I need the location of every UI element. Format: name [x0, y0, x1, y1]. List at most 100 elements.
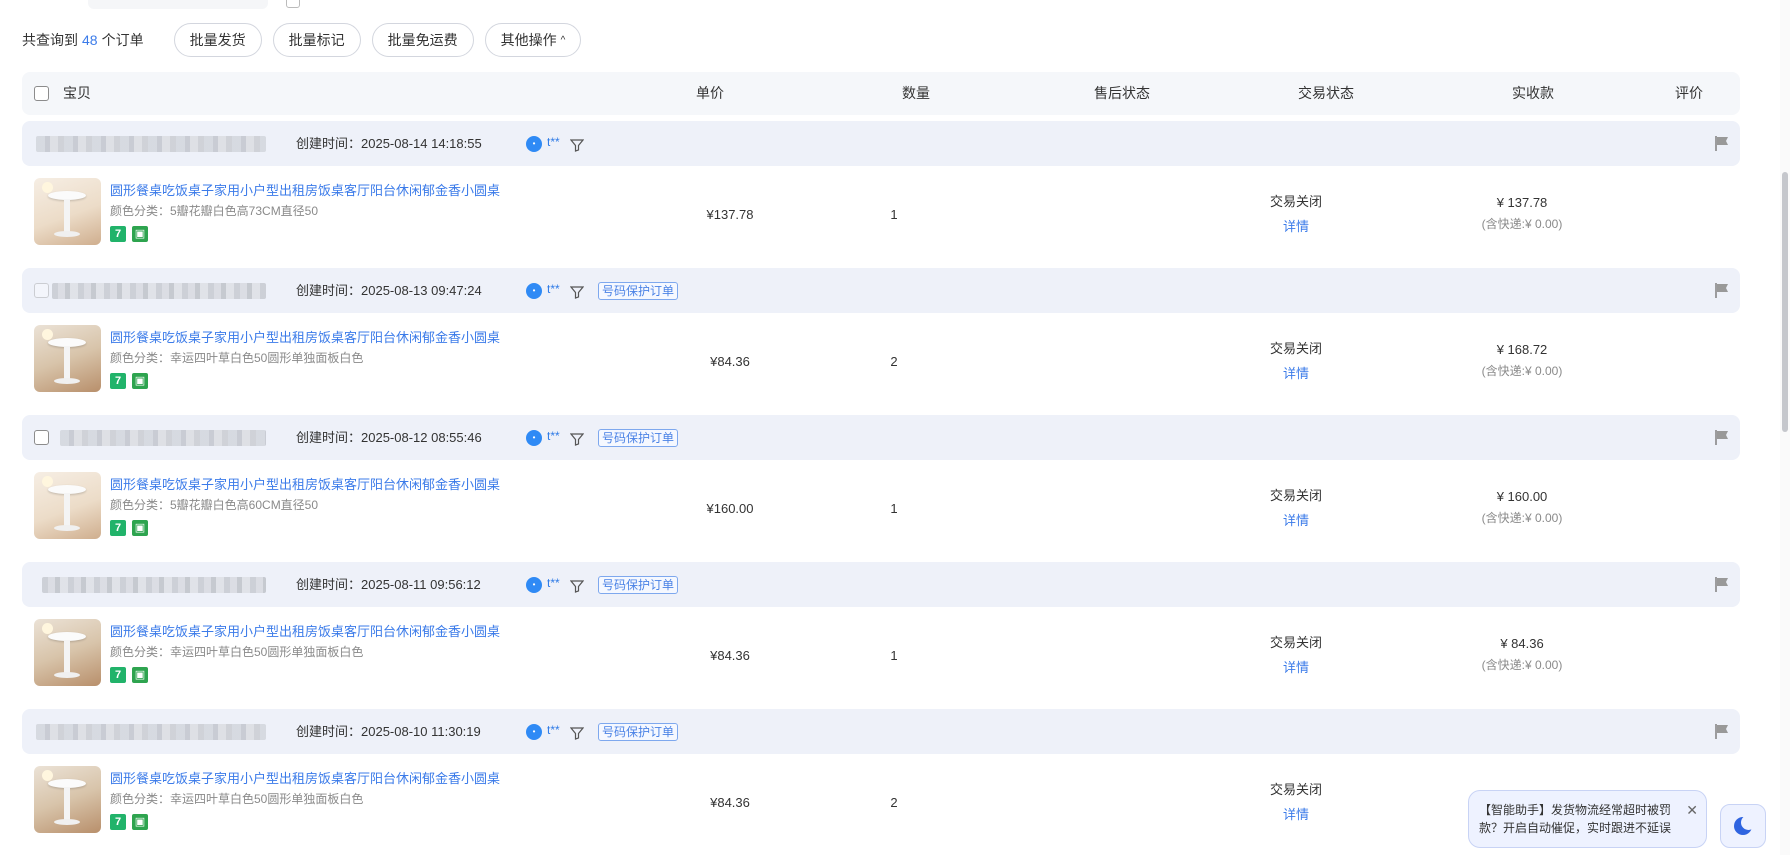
- filter-icon[interactable]: [570, 432, 584, 446]
- shipping-fee: (含快递:¥ 0.00): [1481, 511, 1563, 525]
- col-item: 宝贝: [63, 85, 91, 101]
- order-number-redacted: [36, 136, 266, 152]
- filter-icon[interactable]: [570, 285, 584, 299]
- buyer-name[interactable]: t**: [547, 268, 560, 313]
- phone-protected-tag: 号码保护订单: [598, 576, 679, 594]
- buyer-name[interactable]: t**: [547, 562, 560, 607]
- received-amount: ¥ 137.78: [1496, 195, 1548, 210]
- product-thumbnail[interactable]: [34, 472, 101, 539]
- order-row-header: 创建时间：2025-08-12 08:55:46 • t** 号码保护订单: [22, 415, 1740, 460]
- order-checkbox[interactable]: [34, 283, 49, 298]
- detail-link[interactable]: 详情: [1264, 657, 1328, 676]
- chat-icon[interactable]: •: [526, 724, 542, 740]
- trade-status: 交易关闭: [1269, 635, 1322, 650]
- flag-icon[interactable]: [1714, 723, 1730, 740]
- seven-day-return-icon: 7: [110, 226, 126, 242]
- batch-mark-label: 批量标记: [288, 32, 345, 48]
- col-review: 评价: [1675, 85, 1703, 101]
- unit-price: ¥84.36: [710, 648, 750, 663]
- received-amount: ¥ 168.72: [1496, 342, 1548, 357]
- partial-input[interactable]: [88, 0, 268, 9]
- seven-day-return-icon: 7: [110, 814, 126, 830]
- guarantee-icon: ▣: [132, 814, 148, 830]
- product-name-link[interactable]: 圆形餐桌吃饭桌子家用小户型出租房饭桌客厅阳台休闲郁金香小圆桌: [110, 180, 500, 199]
- chat-icon[interactable]: •: [526, 136, 542, 152]
- order-row: 创建时间：2025-08-11 09:56:12 • t** 号码保护订单 圆形…: [22, 562, 1740, 705]
- select-all-checkbox[interactable]: [34, 86, 49, 101]
- flag-icon[interactable]: [1714, 576, 1730, 593]
- moon-icon-cutout: [1741, 815, 1756, 830]
- product-thumbnail[interactable]: [34, 766, 101, 833]
- detail-link[interactable]: 详情: [1264, 363, 1328, 382]
- assistant-launcher-button[interactable]: [1720, 804, 1766, 848]
- quantity: 2: [890, 354, 898, 369]
- product-sku: 颜色分类：5瓣花瓣白色高60CM直径50: [110, 498, 319, 512]
- order-row: 创建时间：2025-08-12 08:55:46 • t** 号码保护订单 圆形…: [22, 415, 1740, 558]
- phone-protected-tag: 号码保护订单: [598, 429, 679, 447]
- guarantee-icon: ▣: [132, 520, 148, 536]
- order-number-redacted: [42, 577, 266, 593]
- batch-ship-button[interactable]: 批量发货: [173, 23, 262, 57]
- detail-link[interactable]: 详情: [1264, 804, 1328, 823]
- summary-suffix: 个订单: [101, 32, 144, 48]
- shipping-fee: (含快递:¥ 0.00): [1481, 364, 1563, 378]
- trade-status: 交易关闭: [1269, 782, 1322, 797]
- created-time: 创建时间：2025-08-12 08:55:46: [296, 430, 482, 445]
- product-sku: 颜色分类：5瓣花瓣白色高73CM直径50: [110, 204, 319, 218]
- other-actions-button[interactable]: 其他操作 ^: [484, 23, 582, 57]
- buyer-name[interactable]: t**: [547, 415, 560, 460]
- trade-status: 交易关闭: [1269, 194, 1322, 209]
- product-thumbnail[interactable]: [34, 325, 101, 392]
- detail-link[interactable]: 详情: [1264, 510, 1328, 529]
- phone-protected-tag: 号码保护订单: [598, 723, 679, 741]
- page-scrollbar[interactable]: [1780, 0, 1790, 855]
- buyer-name[interactable]: t**: [547, 121, 560, 166]
- partial-checkbox[interactable]: [286, 0, 300, 8]
- batch-mark-button[interactable]: 批量标记: [272, 23, 361, 57]
- product-name-link[interactable]: 圆形餐桌吃饭桌子家用小户型出租房饭桌客厅阳台休闲郁金香小圆桌: [110, 327, 500, 346]
- product-sku: 颜色分类：幸运四叶草白色50圆形单独面板白色: [110, 645, 364, 659]
- product-name-link[interactable]: 圆形餐桌吃饭桌子家用小户型出租房饭桌客厅阳台休闲郁金香小圆桌: [110, 474, 500, 493]
- filter-icon[interactable]: [570, 726, 584, 740]
- product-name-link[interactable]: 圆形餐桌吃饭桌子家用小户型出租房饭桌客厅阳台休闲郁金香小圆桌: [110, 768, 500, 787]
- flag-icon[interactable]: [1714, 135, 1730, 152]
- trade-status: 交易关闭: [1269, 488, 1322, 503]
- flag-icon[interactable]: [1714, 429, 1730, 446]
- col-unit-price: 单价: [696, 85, 724, 101]
- filter-icon[interactable]: [570, 579, 584, 593]
- order-row-header: 创建时间：2025-08-13 09:47:24 • t** 号码保护订单: [22, 268, 1740, 313]
- chevron-up-icon: ^: [560, 34, 566, 46]
- received-amount: ¥ 84.36: [1500, 636, 1544, 651]
- chat-icon[interactable]: •: [526, 577, 542, 593]
- order-row-header: 创建时间：2025-08-14 14:18:55 • t**: [22, 121, 1740, 166]
- product-name-link[interactable]: 圆形餐桌吃饭桌子家用小户型出租房饭桌客厅阳台休闲郁金香小圆桌: [110, 621, 500, 640]
- product-thumbnail[interactable]: [34, 178, 101, 245]
- created-time: 创建时间：2025-08-10 11:30:19: [296, 724, 481, 739]
- assistant-popup[interactable]: 【智能助手】发货物流经常超时被罚款？开启自动催促，实时跟进不延误 ✕: [1468, 790, 1707, 848]
- chat-icon[interactable]: •: [526, 430, 542, 446]
- order-row-body: 圆形餐桌吃饭桌子家用小户型出租房饭桌客厅阳台休闲郁金香小圆桌 颜色分类：5瓣花瓣…: [22, 166, 1740, 264]
- order-checkbox[interactable]: [34, 430, 49, 445]
- scrollbar-thumb[interactable]: [1782, 172, 1788, 432]
- order-row: 创建时间：2025-08-13 09:47:24 • t** 号码保护订单 圆形…: [22, 268, 1740, 411]
- chat-icon[interactable]: •: [526, 283, 542, 299]
- quantity: 1: [890, 501, 898, 516]
- quantity: 1: [890, 648, 898, 663]
- filter-icon[interactable]: [570, 138, 584, 152]
- order-count-summary: 共查询到 48 个订单: [22, 30, 144, 50]
- order-toolbar: 共查询到 48 个订单 批量发货 批量标记 批量免运费 其他操作 ^: [22, 22, 592, 58]
- product-thumbnail[interactable]: [34, 619, 101, 686]
- buyer-name[interactable]: t**: [547, 709, 560, 754]
- seven-day-return-icon: 7: [110, 373, 126, 389]
- close-icon[interactable]: ✕: [1686, 801, 1698, 819]
- order-row-body: 圆形餐桌吃饭桌子家用小户型出租房饭桌客厅阳台休闲郁金香小圆桌 颜色分类：幸运四叶…: [22, 313, 1740, 411]
- batch-free-shipping-button[interactable]: 批量免运费: [371, 23, 474, 57]
- flag-icon[interactable]: [1714, 282, 1730, 299]
- created-time: 创建时间：2025-08-14 14:18:55: [296, 136, 482, 151]
- detail-link[interactable]: 详情: [1264, 216, 1328, 235]
- batch-free-shipping-label: 批量免运费: [387, 32, 458, 48]
- order-number-redacted: [36, 724, 266, 740]
- order-row-header: 创建时间：2025-08-11 09:56:12 • t** 号码保护订单: [22, 562, 1740, 607]
- product-sku: 颜色分类：幸运四叶草白色50圆形单独面板白色: [110, 792, 364, 806]
- created-time: 创建时间：2025-08-13 09:47:24: [296, 283, 482, 298]
